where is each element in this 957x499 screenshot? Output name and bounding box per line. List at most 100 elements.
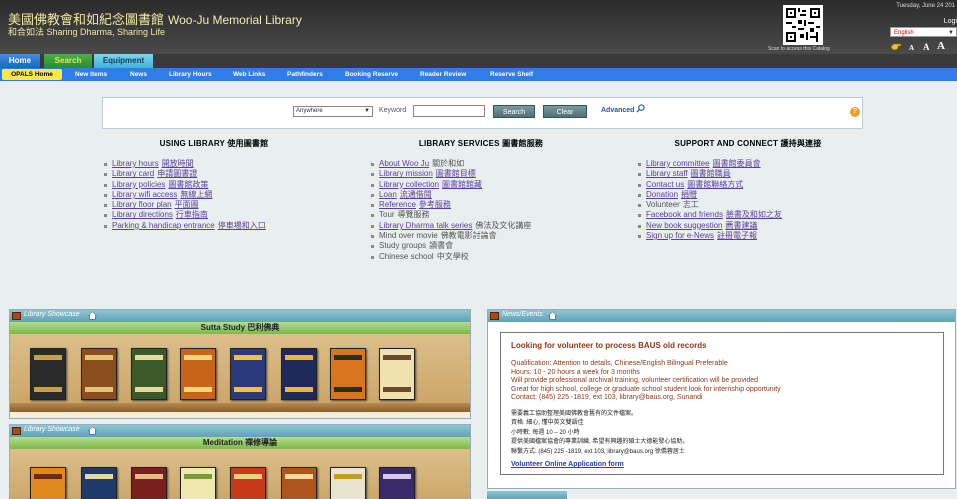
list-item[interactable]: Library committee 圖書館委員會 (638, 159, 858, 169)
book-cover[interactable] (230, 467, 266, 499)
qr-code-icon[interactable] (783, 5, 823, 45)
bookshelf-icon (12, 312, 21, 320)
subnav-pathfinders[interactable]: Pathfinders (287, 68, 323, 81)
tab-search[interactable]: Search (44, 54, 92, 68)
book-shelf (10, 449, 470, 499)
tab-equipment[interactable]: Equipment (94, 54, 153, 68)
volunteer-application-link[interactable]: Volunteer Online Application form (511, 461, 933, 468)
book-cover[interactable] (81, 467, 117, 499)
list-item[interactable]: Reference 參考服務 (371, 200, 591, 210)
list-item[interactable]: Parking & handicap entrance 停車場和入口 (104, 221, 324, 231)
tab-home[interactable]: Home (0, 54, 40, 68)
list-item[interactable]: Sign up for e-News 註冊電子報 (638, 231, 858, 241)
list-item[interactable]: New book suggestion 薦書建議 (638, 221, 858, 231)
book-cover[interactable] (81, 348, 117, 400)
site-header: 美國佛教會和如紀念圖書館 Woo-Ju Memorial Library 和合如法… (0, 0, 957, 54)
font-size-tools: A A A (890, 40, 957, 54)
list-item[interactable]: About Woo Ju 關於和如 (371, 159, 591, 169)
news-article: Looking for volunteer to process BAUS ol… (500, 332, 944, 475)
using-library-list: Library hours 開放時間 Library card 申請圖書證 Libr… (104, 159, 324, 231)
library-services-list: About Woo Ju 關於和如 Library mission 圖書館目標 Li… (371, 159, 591, 262)
subnav-new-items[interactable]: New Items (75, 68, 107, 81)
pointer-hand-icon[interactable] (890, 41, 902, 51)
login-link[interactable]: Logi (944, 18, 957, 25)
home-icon[interactable] (88, 311, 97, 320)
using-library-heading: USING LIBRARY 使用圖書館 (159, 139, 269, 148)
list-item[interactable]: Library collection 圖書館館藏 (371, 180, 591, 190)
showcase-header: Library Showcase (10, 425, 470, 437)
search-panel: Anywhere ▼ Keyword Search Clear Advanced… (102, 97, 863, 129)
showcase-header: Library Showcase (10, 310, 470, 322)
subnav-web-links[interactable]: Web Links (233, 68, 265, 81)
list-item[interactable]: Library mission 圖書館目標 (371, 169, 591, 179)
book-cover[interactable] (180, 348, 216, 400)
book-cover[interactable] (281, 467, 317, 499)
list-item[interactable]: Library card 申請圖書證 (104, 169, 324, 179)
font-large-button[interactable]: A (937, 40, 945, 52)
subnav-library-hours[interactable]: Library Hours (169, 68, 212, 81)
subnav-news[interactable]: News (130, 68, 147, 81)
clear-button[interactable]: Clear (543, 105, 587, 118)
magnifier-icon[interactable] (636, 104, 645, 113)
shelf-title: Sutta Study 巴利佛典 (10, 322, 470, 334)
list-item[interactable]: Library directions 行車指南 (104, 210, 324, 220)
book-cover[interactable] (281, 348, 317, 400)
book-cover[interactable] (180, 467, 216, 499)
news-label: News/Events (502, 311, 543, 318)
main-tabs: Home Search Equipment (0, 54, 957, 68)
help-icon[interactable]: ? (850, 107, 860, 117)
book-cover[interactable] (379, 348, 415, 400)
news-events-panel: News/Events Looking for volunteer to pro… (487, 309, 956, 489)
language-select[interactable]: English ▼ (890, 27, 957, 37)
list-item[interactable]: Library Dharma talk series 佛法及文化講座 (371, 221, 591, 231)
font-medium-button[interactable]: A (923, 42, 930, 52)
list-item[interactable]: Library floor plan 平面圖 (104, 200, 324, 210)
news-title: Looking for volunteer to process BAUS ol… (511, 341, 707, 350)
keyword-input[interactable] (413, 105, 485, 117)
qr-caption: Scan to access this Catalog (768, 46, 830, 52)
font-small-button[interactable]: A (909, 44, 914, 52)
keyword-label: Keyword (379, 107, 407, 114)
list-item[interactable]: Library wifi access 無線上網 (104, 190, 324, 200)
book-cover[interactable] (379, 467, 415, 499)
subnav-booking-reserve[interactable]: Booking Reserve (345, 68, 398, 81)
list-item: Chinese school 中文學校 (371, 252, 591, 262)
list-item: Mind over movie 佛教電影討論會 (371, 231, 591, 241)
list-item[interactable]: Library staff 圖書館職員 (638, 169, 858, 179)
library-services-heading: LIBRARY SERVICES 圖書館服務 (418, 139, 544, 148)
list-item[interactable]: Facebook and friends 臉書及和如之友 (638, 210, 858, 220)
news-chinese-text: 需要義工協助整理美國佛教會舊有的文件檔案。 資格: 細心, 懂中英文雙語佳 小時… (511, 410, 689, 455)
subnav-opals-home[interactable]: OPALS Home (2, 69, 62, 80)
advanced-search-link[interactable]: Advanced (601, 107, 634, 114)
list-item[interactable]: Library policies 圖書館政策 (104, 180, 324, 190)
book-cover[interactable] (330, 467, 366, 499)
shelf-board (10, 403, 470, 412)
list-item[interactable]: Contact us 圖書館聯絡方式 (638, 180, 858, 190)
list-item[interactable]: Library hours 開放時間 (104, 159, 324, 169)
book-cover[interactable] (30, 467, 66, 499)
news-icon (490, 312, 499, 320)
next-panel-header (487, 491, 567, 499)
search-scope-select[interactable]: Anywhere ▼ (293, 106, 373, 117)
news-header: News/Events (488, 310, 955, 322)
using-library-column: USING LIBRARY 使用圖書館 Library hours 開放時間 Li… (104, 138, 324, 231)
library-subtitle: 和合如法 Sharing Dharma, Sharing Life (8, 27, 166, 37)
search-button[interactable]: Search (493, 105, 535, 118)
book-cover[interactable] (230, 348, 266, 400)
shelf-title: Meditation 禪修導論 (10, 437, 470, 449)
book-cover[interactable] (131, 348, 167, 400)
book-cover[interactable] (330, 348, 366, 400)
showcase-label: Library Showcase (24, 311, 80, 318)
book-cover[interactable] (30, 348, 66, 400)
subnav-reader-review[interactable]: Reader Review (420, 68, 466, 81)
home-icon[interactable] (548, 311, 557, 320)
list-item[interactable]: Donation 捐贈 (638, 190, 858, 200)
subnav-reserve-shelf[interactable]: Reserve Shelf (490, 68, 533, 81)
book-cover[interactable] (131, 467, 167, 499)
home-icon[interactable] (88, 426, 97, 435)
sub-navigation: OPALS Home New Items News Library Hours … (0, 68, 957, 81)
library-showcase-sutta: Library Showcase Sutta Study 巴利佛典 (9, 309, 471, 419)
list-item[interactable]: Loan 流通借閱 (371, 190, 591, 200)
book-shelf (10, 334, 470, 412)
library-title-en: Woo-Ju Memorial Library (168, 13, 302, 27)
